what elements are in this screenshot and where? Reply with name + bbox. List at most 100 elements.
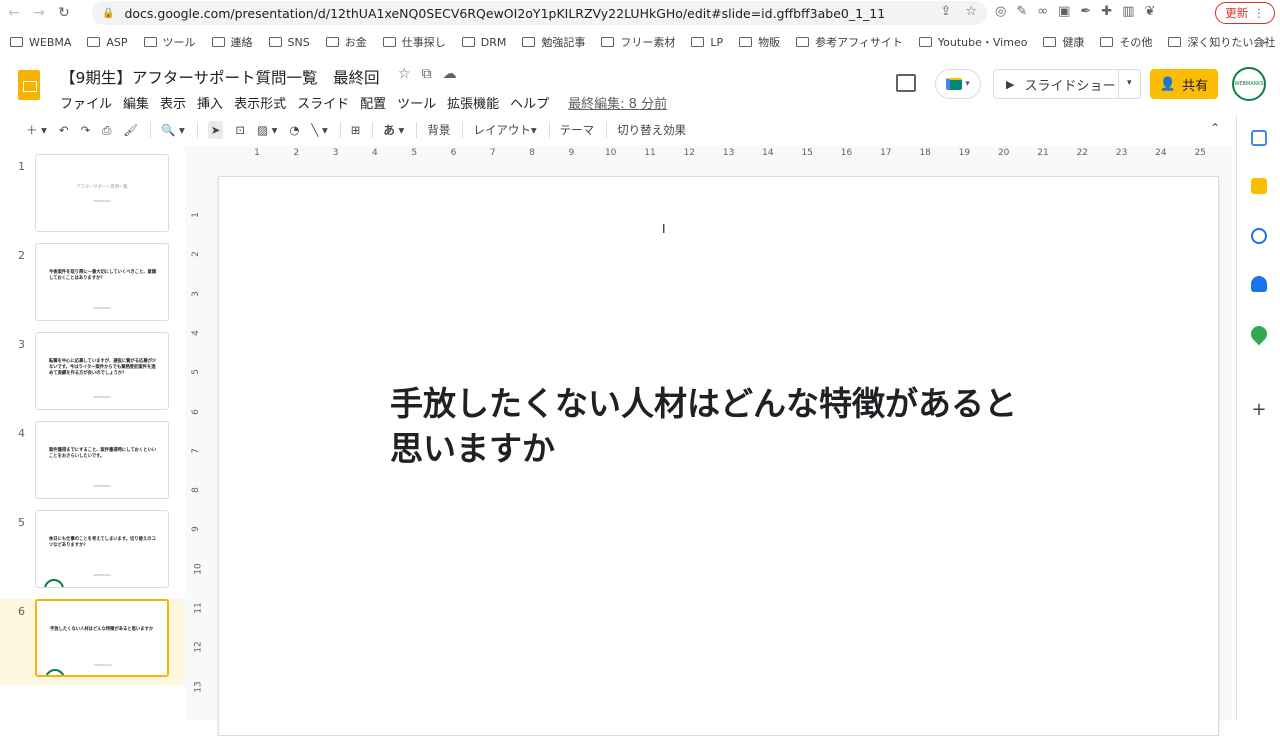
menu-item[interactable]: スライド	[297, 93, 349, 112]
layout-button[interactable]: レイアウト ▾	[473, 122, 536, 138]
shape-icon[interactable]: ◔	[289, 123, 299, 137]
print-icon[interactable]: ⎙	[102, 123, 111, 138]
reload-icon[interactable]: ↻	[53, 2, 75, 24]
bookmark-item[interactable]: Youtube・Vimeo	[918, 34, 1027, 50]
puzzle-extensions-icon[interactable]: ✚	[1101, 4, 1112, 19]
slide-thumbnail-row[interactable]: 4 案件獲得までにすること、案件獲得時にしておくといいことをおさらいしたいです。 W…	[0, 421, 185, 507]
bookmark-item[interactable]: ASP	[87, 36, 128, 49]
avatar[interactable]: WEBMARKS	[1232, 67, 1266, 101]
back-icon[interactable]: ←	[3, 2, 25, 24]
comment-history-icon[interactable]	[896, 74, 916, 92]
bookmark-label: その他	[1119, 36, 1153, 49]
menu-item[interactable]: ファイル	[60, 93, 112, 112]
bookmark-item[interactable]: SNS	[268, 36, 310, 49]
paint-format-icon[interactable]: 🖌	[123, 123, 138, 137]
profile-extension-icon[interactable]: ❦	[1145, 4, 1156, 19]
slide-thumbnail[interactable]: アフターサポート質問一覧 WEBMARKS	[35, 154, 169, 232]
bookmark-item[interactable]: フリー素材	[601, 34, 675, 50]
input-mode-label: あ	[383, 123, 395, 137]
bookmark-item[interactable]: LP	[691, 36, 723, 49]
bookmark-item[interactable]: 仕事探し	[382, 34, 446, 50]
chevron-up-icon[interactable]: ⌃	[1210, 121, 1220, 135]
bookmark-item[interactable]: 健康	[1043, 34, 1084, 50]
tasks-icon[interactable]	[1251, 228, 1267, 244]
slide-thumbnail-row[interactable]: 1 アフターサポート質問一覧 WEBMARKS	[0, 154, 185, 240]
text-box-icon[interactable]: ⊡	[235, 123, 245, 137]
share-page-icon[interactable]: ⇪	[940, 4, 951, 19]
menu-item[interactable]: 編集	[123, 93, 149, 112]
menu-item[interactable]: 配置	[360, 93, 386, 112]
document-title[interactable]: 【9期生】アフターサポート質問一覧 最終回	[60, 66, 380, 88]
slide-title-textbox[interactable]: 手放したくない人材はどんな特徴があると 思いますか	[390, 381, 1090, 471]
slide-thumbnail-row[interactable]: 6 手放したくない人材はどんな特徴があると思いますか WEBMARKS	[0, 599, 185, 685]
input-tools-button[interactable]: あ ▾	[383, 122, 404, 138]
camera-extension-icon[interactable]: ◎	[995, 4, 1006, 19]
slide-thumbnail-row[interactable]: 2 今後案件を取り際に一番大切にしていくべきこと、意識しておくことはありますか？ W…	[0, 243, 185, 329]
share-button[interactable]: 👤 共有	[1150, 69, 1218, 99]
maps-icon[interactable]	[1247, 322, 1271, 346]
contacts-icon[interactable]	[1251, 276, 1267, 292]
undo-icon[interactable]: ↶	[59, 123, 69, 137]
menu-item[interactable]: ヘルプ	[510, 93, 549, 112]
background-button[interactable]: 背景	[427, 122, 450, 138]
bookmark-item[interactable]: DRM	[461, 36, 506, 49]
menu-item[interactable]: 挿入	[197, 93, 223, 112]
pen-extension-icon[interactable]: ✒	[1080, 4, 1091, 19]
menu-item[interactable]: 拡張機能	[447, 93, 499, 112]
slideshow-button[interactable]: ▶ スライドショー ▾	[993, 69, 1141, 99]
new-slide-icon[interactable]: ＋ ▾	[26, 122, 47, 138]
add-comment-icon[interactable]: ⊞	[351, 123, 361, 137]
bookmark-label: お金	[344, 36, 367, 49]
calendar-icon[interactable]	[1251, 130, 1267, 146]
bookmark-item[interactable]: 物販	[739, 34, 780, 50]
slide-thumbnail[interactable]: 手放したくない人材はどんな特徴があると思いますか WEBMARKS	[35, 599, 169, 677]
tab-extension-icon[interactable]: ▣	[1058, 4, 1070, 19]
bookmark-item[interactable]: ツール	[143, 34, 196, 50]
last-edit-link[interactable]: 最終編集: 8 分前	[568, 93, 667, 112]
menu-item[interactable]: 表示	[160, 93, 186, 112]
slide-thumbnail[interactable]: 休日にも仕事のことを考えてしまいます。切り替えのコツなどありますか？ WEBMAR…	[35, 510, 169, 588]
bookmark-item[interactable]: 連絡	[211, 34, 253, 50]
menu-item[interactable]: 表示形式	[234, 93, 286, 112]
bookmark-item[interactable]: お金	[325, 34, 367, 50]
slide-number: 5	[18, 516, 25, 529]
redo-icon[interactable]: ↷	[81, 123, 91, 137]
move-folder-icon[interactable]: ⧉	[422, 66, 432, 82]
select-tool-icon[interactable]: ➤	[207, 121, 224, 139]
link-extension-icon[interactable]: ∞	[1037, 4, 1048, 19]
bookmark-item[interactable]: その他	[1100, 34, 1152, 50]
menu-item[interactable]: ツール	[397, 93, 436, 112]
theme-button[interactable]: テーマ	[560, 122, 595, 138]
transition-button[interactable]: 切り替え効果	[617, 122, 686, 138]
current-slide[interactable]: 手放したくない人材はどんな特徴があると 思いますか	[218, 176, 1219, 736]
translate-extension-icon[interactable]: ✎	[1016, 4, 1027, 19]
star-icon[interactable]: ☆	[398, 66, 411, 82]
slide-thumbnail[interactable]: 今後案件を取り際に一番大切にしていくべきこと、意識しておくことはありますか？ WE…	[35, 243, 169, 321]
slideshow-options-chevron-icon[interactable]: ▾	[1127, 78, 1132, 88]
slide-thumbnail-row[interactable]: 5 休日にも仕事のことを考えてしまいます。切り替えのコツなどありますか？ WEBMA…	[0, 510, 185, 596]
update-button[interactable]: 更新 ⋮	[1215, 2, 1275, 24]
line-icon[interactable]: ╲ ▾	[311, 123, 327, 137]
keep-icon[interactable]	[1251, 178, 1267, 194]
bookmarks-overflow-icon[interactable]: »	[1259, 35, 1266, 49]
meet-button[interactable]: ▾	[935, 69, 981, 99]
image-icon[interactable]: ▨ ▾	[257, 123, 277, 137]
slide-thumbnail[interactable]: 転職を中心に応募していますが、選抜に繋がる応募が少ないです。今はライター案件から…	[35, 332, 169, 410]
forward-icon[interactable]: →	[28, 2, 50, 24]
bookmark-item[interactable]: 参考アフィサイト	[796, 34, 903, 50]
vertical-ruler[interactable]: 1 2 3 4 5 6 7 8 9 10 11 12 13	[188, 170, 204, 720]
slides-logo-icon[interactable]	[18, 70, 40, 100]
bookmark-item[interactable]: 勉強記事	[522, 34, 585, 50]
ruler-tick-label: 22	[1076, 148, 1089, 158]
sidebar-toggle-icon[interactable]: ▥	[1122, 4, 1134, 19]
address-bar[interactable]: 🔒 docs.google.com/presentation/d/12thUA1…	[92, 1, 987, 25]
ruler-tick-label: 18	[919, 148, 931, 158]
slide-thumbnail-row[interactable]: 3 転職を中心に応募していますが、選抜に繋がる応募が少ないです。今はライター案件か…	[0, 332, 185, 418]
cloud-saved-icon[interactable]: ☁	[443, 66, 457, 82]
bookmark-star-icon[interactable]: ☆	[965, 4, 977, 19]
bookmark-item[interactable]: WEBMA	[10, 36, 71, 49]
horizontal-ruler[interactable]: 1 2 3 4 5 6 7 8 9 10 11 12 13 14 15 16 17 18 19 20 21 22 23 24 2…	[200, 146, 1230, 162]
zoom-icon[interactable]: 🔍 ▾	[161, 123, 185, 137]
add-addon-icon[interactable]: +	[1251, 401, 1267, 419]
slide-thumbnail[interactable]: 案件獲得までにすること、案件獲得時にしておくといいことをおさらいしたいです。 WE…	[35, 421, 169, 499]
